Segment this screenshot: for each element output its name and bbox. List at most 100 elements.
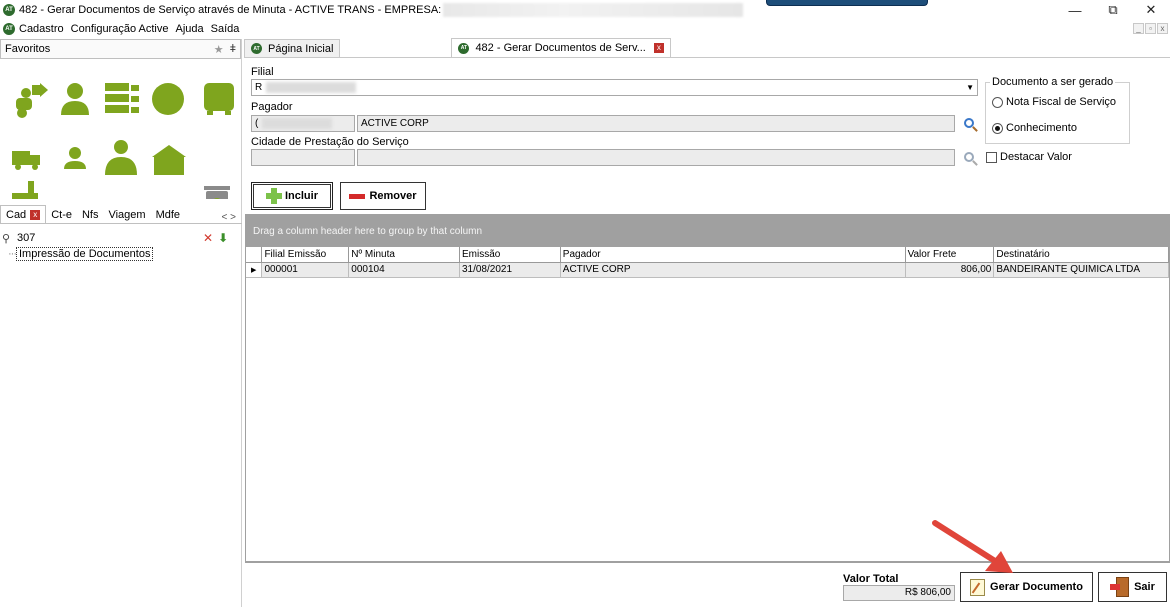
truck-icon[interactable] — [12, 151, 40, 170]
close-icon[interactable]: x — [30, 209, 41, 220]
mdi-controls: _ ▫ x — [1133, 23, 1168, 34]
pagador-code-value: ( — [255, 118, 259, 129]
menu-ajuda[interactable]: Ajuda — [175, 23, 203, 35]
radio-nota-fiscal-circle[interactable] — [992, 96, 1003, 108]
factory-icon[interactable] — [12, 181, 38, 213]
redacted-company — [443, 3, 744, 17]
tab-viagem[interactable]: Viagem — [103, 207, 150, 223]
pagador-label: Pagador — [251, 101, 293, 113]
menu-search-row: ⚲ ✕ ⬇ — [0, 229, 242, 247]
col-pagador[interactable]: Pagador — [560, 247, 906, 263]
tab-pagina-inicial[interactable]: AT Página Inicial — [244, 39, 341, 57]
tab-gerar-documentos-label: 482 - Gerar Documentos de Serv... — [475, 42, 646, 54]
tab-gerar-documentos[interactable]: AT 482 - Gerar Documentos de Serv... x — [451, 38, 671, 57]
filial-label: Filial — [251, 66, 274, 78]
col-emissao[interactable]: Emissão — [459, 247, 561, 263]
filial-select[interactable]: R ▼ — [251, 79, 978, 96]
incluir-button[interactable]: Incluir — [251, 182, 333, 210]
employee-icon[interactable] — [61, 83, 89, 115]
mdi-close-button[interactable]: x — [1157, 23, 1168, 34]
tab-cte[interactable]: Ct-e — [46, 207, 77, 223]
sair-button[interactable]: Sair — [1098, 572, 1167, 602]
menu-configuracao[interactable]: Configuração Active — [71, 23, 169, 35]
minimize-button[interactable]: — — [1056, 0, 1094, 20]
col-destinatario[interactable]: Destinatário — [993, 247, 1169, 263]
group-by-panel[interactable]: Drag a column header here to group by th… — [246, 215, 1169, 247]
col-numero-minuta[interactable]: Nº Minuta — [348, 247, 460, 263]
cidade-code-field — [251, 149, 355, 166]
radio-conhecimento-circle[interactable] — [992, 122, 1003, 134]
bus-icon[interactable] — [204, 83, 234, 115]
close-tab-icon[interactable]: x — [653, 43, 664, 53]
remover-button[interactable]: Remover — [340, 182, 426, 210]
tab-cad-label: Cad — [6, 208, 27, 221]
redacted-pagador-code — [262, 118, 333, 129]
menu-cadastro[interactable]: Cadastro — [19, 23, 64, 35]
window-drag-tab[interactable] — [766, 0, 928, 6]
pagador-name-value: ACTIVE CORP — [361, 118, 429, 129]
cell-pagador[interactable]: ACTIVE CORP — [560, 262, 906, 278]
favorites-icon-grid — [8, 69, 238, 215]
col-filial-emissao[interactable]: Filial Emissão — [261, 247, 350, 263]
clear-search-icon[interactable]: ✕ — [203, 231, 213, 245]
menu-saida[interactable]: Saída — [211, 23, 240, 35]
destacar-valor-checkbox[interactable]: Destacar Valor — [986, 151, 1072, 163]
driver-icon[interactable] — [64, 147, 86, 169]
col-valor-frete[interactable]: Valor Frete — [905, 247, 995, 263]
favorites-icons-svg — [12, 83, 234, 215]
restore-button[interactable]: ⧉ — [1094, 0, 1132, 20]
star-icon[interactable]: ★ — [214, 43, 224, 56]
steering-driver-icon[interactable] — [105, 140, 137, 175]
menu-search-input[interactable] — [17, 232, 197, 244]
destacar-valor-box[interactable] — [986, 151, 997, 163]
recycle-bin-icon[interactable] — [204, 186, 230, 215]
magnifier-icon — [964, 152, 974, 162]
tree-item-label[interactable]: Impressão de Documentos — [16, 247, 154, 261]
gerar-documento-button[interactable]: Gerar Documento — [960, 572, 1093, 602]
cell-valor-frete[interactable]: 806,00 — [905, 262, 995, 278]
truck-fleet-icon[interactable] — [105, 83, 139, 113]
radio-conhecimento[interactable]: Conhecimento — [992, 122, 1077, 134]
cell-destinatario[interactable]: BANDEIRANTE QUIMICA LTDA — [993, 262, 1169, 278]
cell-numero-minuta[interactable]: 000104 — [348, 262, 460, 278]
document-type-legend: Documento a ser gerado — [990, 76, 1116, 88]
search-go-icon[interactable]: ⬇ — [218, 231, 228, 245]
tab-nfs[interactable]: Nfs — [77, 207, 104, 223]
favorites-title: Favoritos — [5, 43, 51, 55]
window-controls: — ⧉ ✕ — [1056, 0, 1170, 20]
left-panel: Favoritos ★ ǂ Cad x Ct-e Nfs Viagem Mdfe… — [0, 39, 242, 607]
row-pointer-icon: ▶ — [251, 266, 257, 274]
mdi-minimize-button[interactable]: _ — [1133, 23, 1144, 34]
tab-cad[interactable]: Cad x — [0, 205, 47, 223]
plus-icon — [265, 188, 282, 204]
pin-icon[interactable]: ǂ — [230, 43, 236, 55]
close-button[interactable]: ✕ — [1132, 0, 1170, 20]
table-row[interactable]: ▶ 000001 000104 31/08/2021 ACTIVE CORP 8… — [246, 262, 1169, 278]
warehouse-icon[interactable] — [152, 145, 186, 175]
mdi-restore-button[interactable]: ▫ — [1145, 23, 1156, 34]
remover-label: Remover — [369, 190, 417, 202]
edit-document-icon — [970, 578, 986, 596]
tab-scroll-arrows[interactable]: < > — [222, 212, 242, 223]
cell-emissao[interactable]: 31/08/2021 — [459, 262, 561, 278]
user-add-icon[interactable] — [16, 83, 48, 118]
document-tabs: AT Página Inicial AT 482 - Gerar Documen… — [244, 38, 1170, 58]
tab-logo-icon: AT — [458, 42, 470, 54]
window-title: 482 - Gerar Documentos de Serviço atravé… — [19, 4, 442, 16]
tab-logo-icon: AT — [251, 43, 262, 54]
tree-item[interactable]: ··· Impressão de Documentos — [8, 247, 154, 261]
pagador-search-button[interactable] — [960, 114, 978, 132]
magnifier-icon — [964, 118, 974, 128]
cidade-search-button — [960, 148, 978, 166]
radio-nota-fiscal[interactable]: Nota Fiscal de Serviço — [992, 96, 1116, 108]
chevron-down-icon[interactable]: ▼ — [966, 83, 974, 92]
document-type-group: Documento a ser gerado Nota Fiscal de Se… — [985, 76, 1130, 144]
driver-badge-icon[interactable] — [152, 83, 184, 115]
pagador-code-field[interactable]: ( — [251, 115, 355, 132]
valor-total-label: Valor Total — [843, 573, 899, 585]
cell-filial-emissao[interactable]: 000001 — [261, 262, 350, 278]
sair-label: Sair — [1134, 581, 1155, 593]
tab-mdfe[interactable]: Mdfe — [151, 207, 185, 223]
tab-pagina-inicial-label: Página Inicial — [268, 42, 334, 55]
left-tabs: Cad x Ct-e Nfs Viagem Mdfe < > — [0, 205, 242, 224]
